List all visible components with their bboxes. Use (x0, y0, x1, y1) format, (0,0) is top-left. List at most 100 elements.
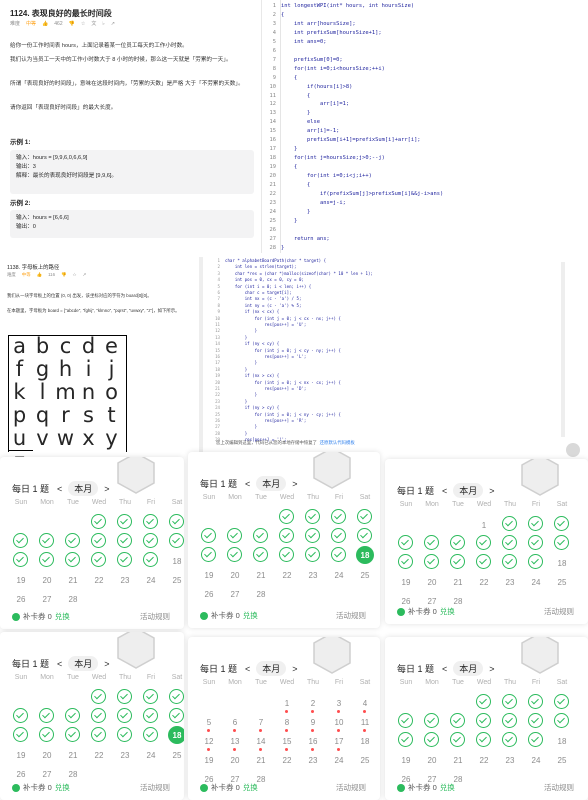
scrollbar[interactable] (199, 257, 203, 457)
code-line[interactable]: } (225, 360, 257, 365)
activity-rules-link[interactable]: 活动规则 (544, 782, 574, 793)
checked-day-icon[interactable] (476, 535, 491, 550)
code-line[interactable]: { (281, 12, 284, 18)
calendar-day[interactable]: 24 (329, 750, 349, 770)
thumbs-down-icon[interactable]: 👎 (61, 272, 66, 278)
chevron-left-icon[interactable]: < (442, 664, 447, 674)
checked-day-icon[interactable] (39, 727, 54, 742)
checked-day-icon[interactable] (143, 552, 158, 567)
activity-rules-link[interactable]: 活动规则 (140, 782, 170, 793)
calendar-day[interactable]: 19 (199, 565, 219, 585)
code-line[interactable]: if (nx < cx) { (225, 309, 280, 314)
checked-day-icon[interactable] (65, 552, 80, 567)
code-line[interactable]: if (nx > cx) { (225, 373, 280, 378)
month-switch[interactable]: < 本月 > (57, 481, 110, 496)
checked-day-icon[interactable] (398, 713, 413, 728)
checked-day-icon[interactable] (117, 533, 132, 548)
checked-day-icon[interactable] (554, 516, 569, 531)
checked-day-icon[interactable] (91, 689, 106, 704)
restore-default-link[interactable]: 还原默认代码模板 (320, 441, 355, 446)
calendar-day[interactable]: 21 (63, 745, 83, 765)
exchange-button[interactable]: 兑换 (440, 606, 455, 617)
checked-day-icon[interactable] (279, 528, 294, 543)
checked-day-icon[interactable] (528, 516, 543, 531)
code-line[interactable]: res[pos++] = 'D'; (225, 386, 306, 391)
checked-day-icon[interactable] (424, 713, 439, 728)
checked-day-icon[interactable] (424, 732, 439, 747)
checked-day-icon[interactable] (143, 514, 158, 529)
code-line[interactable]: for(int i=0;i<hoursSize;++i) (281, 66, 385, 72)
exchange-button[interactable]: 兑换 (55, 611, 70, 622)
calendar-day[interactable]: 25 (167, 570, 184, 590)
calendar-day[interactable]: 23 (303, 750, 323, 770)
calendar-day[interactable]: 25 (552, 572, 572, 592)
exchange-button[interactable]: 兑换 (55, 782, 70, 793)
calendar-day[interactable]: 1 (474, 515, 494, 535)
chevron-left-icon[interactable]: < (57, 484, 62, 494)
calendar-day[interactable]: 19 (11, 745, 31, 765)
checked-day-icon[interactable] (91, 727, 106, 742)
calendar-day[interactable]: 18 (355, 731, 375, 751)
calendar-day[interactable]: 27 (37, 764, 57, 784)
chevron-left-icon[interactable]: < (442, 486, 447, 496)
calendar-day[interactable]: 23 (115, 570, 135, 590)
calendar-day[interactable]: 27 (225, 584, 245, 604)
checked-day-icon[interactable] (169, 514, 184, 529)
checked-day-icon[interactable] (502, 713, 517, 728)
star-icon[interactable]: ☆ (81, 21, 85, 27)
checked-day-icon[interactable] (502, 535, 517, 550)
checked-day-icon[interactable] (528, 554, 543, 569)
code-line[interactable]: } (225, 392, 257, 397)
calendar-day[interactable]: 22 (474, 750, 494, 770)
code-line[interactable]: { (281, 164, 297, 170)
checked-day-icon[interactable] (502, 516, 517, 531)
code-line[interactable]: } (281, 110, 310, 116)
code-line[interactable]: ans=j-i; (281, 200, 346, 206)
code-line[interactable]: } (225, 367, 247, 372)
checked-day-icon[interactable] (357, 528, 372, 543)
checked-day-icon[interactable] (450, 713, 465, 728)
calendar-day[interactable]: 20 (37, 745, 57, 765)
checked-day-icon[interactable] (502, 694, 517, 709)
checked-day-icon[interactable] (528, 535, 543, 550)
chevron-left-icon[interactable]: < (245, 479, 250, 489)
exchange-button[interactable]: 兑换 (243, 610, 258, 621)
checked-day-icon[interactable] (117, 727, 132, 742)
calendar-day[interactable]: 23 (303, 565, 323, 585)
calendar-day[interactable]: 19 (11, 570, 31, 590)
calendar-day[interactable]: 21 (448, 750, 468, 770)
checked-day-icon[interactable] (39, 708, 54, 723)
month-switch[interactable]: < 本月 > (442, 661, 495, 676)
calendar-day[interactable]: 28 (63, 589, 83, 609)
checked-day-icon[interactable] (39, 552, 54, 567)
checked-day-icon[interactable] (331, 547, 346, 562)
checked-day-icon[interactable] (117, 552, 132, 567)
calendar-day[interactable]: 24 (141, 745, 161, 765)
problem-title[interactable]: 1124. 表现良好的最长时间段 (10, 8, 112, 19)
code-line[interactable]: } (281, 218, 297, 224)
checked-day-icon[interactable] (279, 547, 294, 562)
checked-day-icon[interactable] (169, 708, 184, 723)
chevron-right-icon[interactable]: > (292, 479, 297, 489)
checked-day-icon[interactable] (39, 533, 54, 548)
calendar-day[interactable]: 26 (11, 764, 31, 784)
code-line[interactable]: int len = strlen(target); (225, 264, 297, 269)
calendar-day[interactable]: 22 (89, 745, 109, 765)
calendar-day[interactable]: 26 (11, 589, 31, 609)
month-switch[interactable]: < 本月 > (245, 476, 298, 491)
checked-day-icon[interactable] (169, 533, 184, 548)
checked-day-icon[interactable] (169, 689, 184, 704)
calendar-day[interactable]: 18 (552, 553, 572, 573)
code-line[interactable]: res[pos++] = 'U'; (225, 322, 306, 327)
translate-icon[interactable]: 文 (91, 20, 96, 27)
checked-day-icon[interactable] (253, 547, 268, 562)
code-line[interactable]: int nx = (c - 'a') / 5; (225, 296, 302, 301)
checked-day-icon[interactable] (65, 533, 80, 548)
checked-day-icon[interactable] (65, 727, 80, 742)
checked-day-icon[interactable] (117, 689, 132, 704)
checked-day-icon[interactable] (279, 509, 294, 524)
code-line[interactable]: res[pos++] = '!'; (225, 437, 287, 442)
code-line[interactable]: } (281, 209, 310, 215)
code-line[interactable]: int ans=0; (281, 39, 326, 45)
calendar-day[interactable]: 21 (63, 570, 83, 590)
